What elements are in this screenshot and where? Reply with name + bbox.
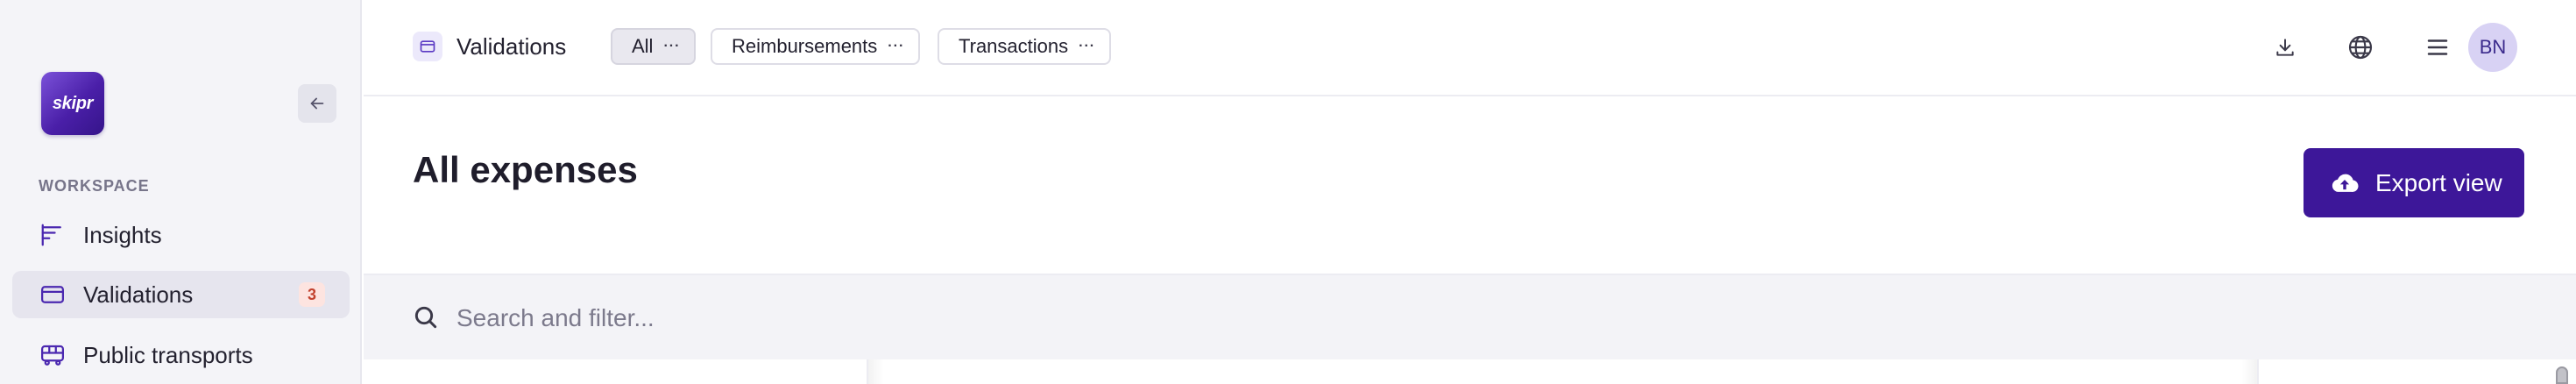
- export-view-label: Export view: [2375, 168, 2502, 196]
- breadcrumb: Validations: [413, 32, 566, 61]
- tab-label: Reimbursements: [732, 35, 878, 57]
- sidebar: skipr WORKSPACE Insights Validations 3 P…: [0, 0, 362, 384]
- card-icon: [39, 281, 67, 309]
- column-shadow: [2241, 359, 2257, 384]
- breadcrumb-label: Validations: [456, 32, 567, 60]
- validations-count-badge: 3: [299, 282, 325, 307]
- globe-icon: [2348, 35, 2373, 60]
- hamburger-menu-icon: [2427, 39, 2448, 55]
- export-view-button[interactable]: Export view: [2304, 148, 2524, 217]
- collapse-sidebar-button[interactable]: [298, 84, 336, 123]
- more-options-icon[interactable]: ···: [1079, 39, 1095, 54]
- download-button[interactable]: [2266, 28, 2304, 67]
- tab-transactions[interactable]: Transactions ···: [938, 28, 1112, 65]
- sidebar-item-label: Public transports: [83, 341, 253, 368]
- download-icon: [2276, 39, 2294, 56]
- sidebar-item-insights[interactable]: Insights: [12, 211, 350, 259]
- column-shadow: [868, 359, 884, 384]
- language-button[interactable]: [2341, 28, 2380, 67]
- more-options-icon[interactable]: ···: [888, 39, 904, 54]
- tab-reimbursements[interactable]: Reimbursements ···: [711, 28, 921, 65]
- search-input[interactable]: [456, 298, 1508, 338]
- top-bar: Validations All ··· Reimbursements ··· T…: [364, 0, 2576, 96]
- sidebar-item-label: Insights: [83, 221, 162, 248]
- search-bar: [364, 274, 2576, 359]
- tab-label: All: [632, 35, 654, 57]
- menu-button[interactable]: [2418, 28, 2457, 67]
- cloud-upload-icon: [2332, 174, 2359, 192]
- sidebar-item-validations[interactable]: Validations 3: [12, 271, 350, 318]
- more-options-icon[interactable]: ···: [663, 39, 680, 54]
- tab-label: Transactions: [959, 35, 1069, 57]
- chart-bars-icon: [39, 221, 67, 249]
- column-divider: [2257, 359, 2259, 384]
- workspace-section-label: WORKSPACE: [39, 177, 150, 195]
- search-icon: [412, 303, 442, 333]
- table-header-strip: [364, 359, 2576, 384]
- vertical-scrollbar[interactable]: [2556, 366, 2568, 384]
- sidebar-item-label: Validations: [83, 281, 194, 308]
- sidebar-item-public-transports[interactable]: Public transports: [12, 331, 350, 379]
- user-avatar[interactable]: BN: [2468, 23, 2517, 72]
- app-logo[interactable]: skipr: [41, 72, 104, 135]
- bus-icon: [39, 341, 67, 369]
- arrow-left-icon: [310, 97, 324, 110]
- tab-all[interactable]: All ···: [611, 28, 697, 65]
- card-icon: [413, 32, 442, 61]
- page-title: All expenses: [413, 149, 638, 190]
